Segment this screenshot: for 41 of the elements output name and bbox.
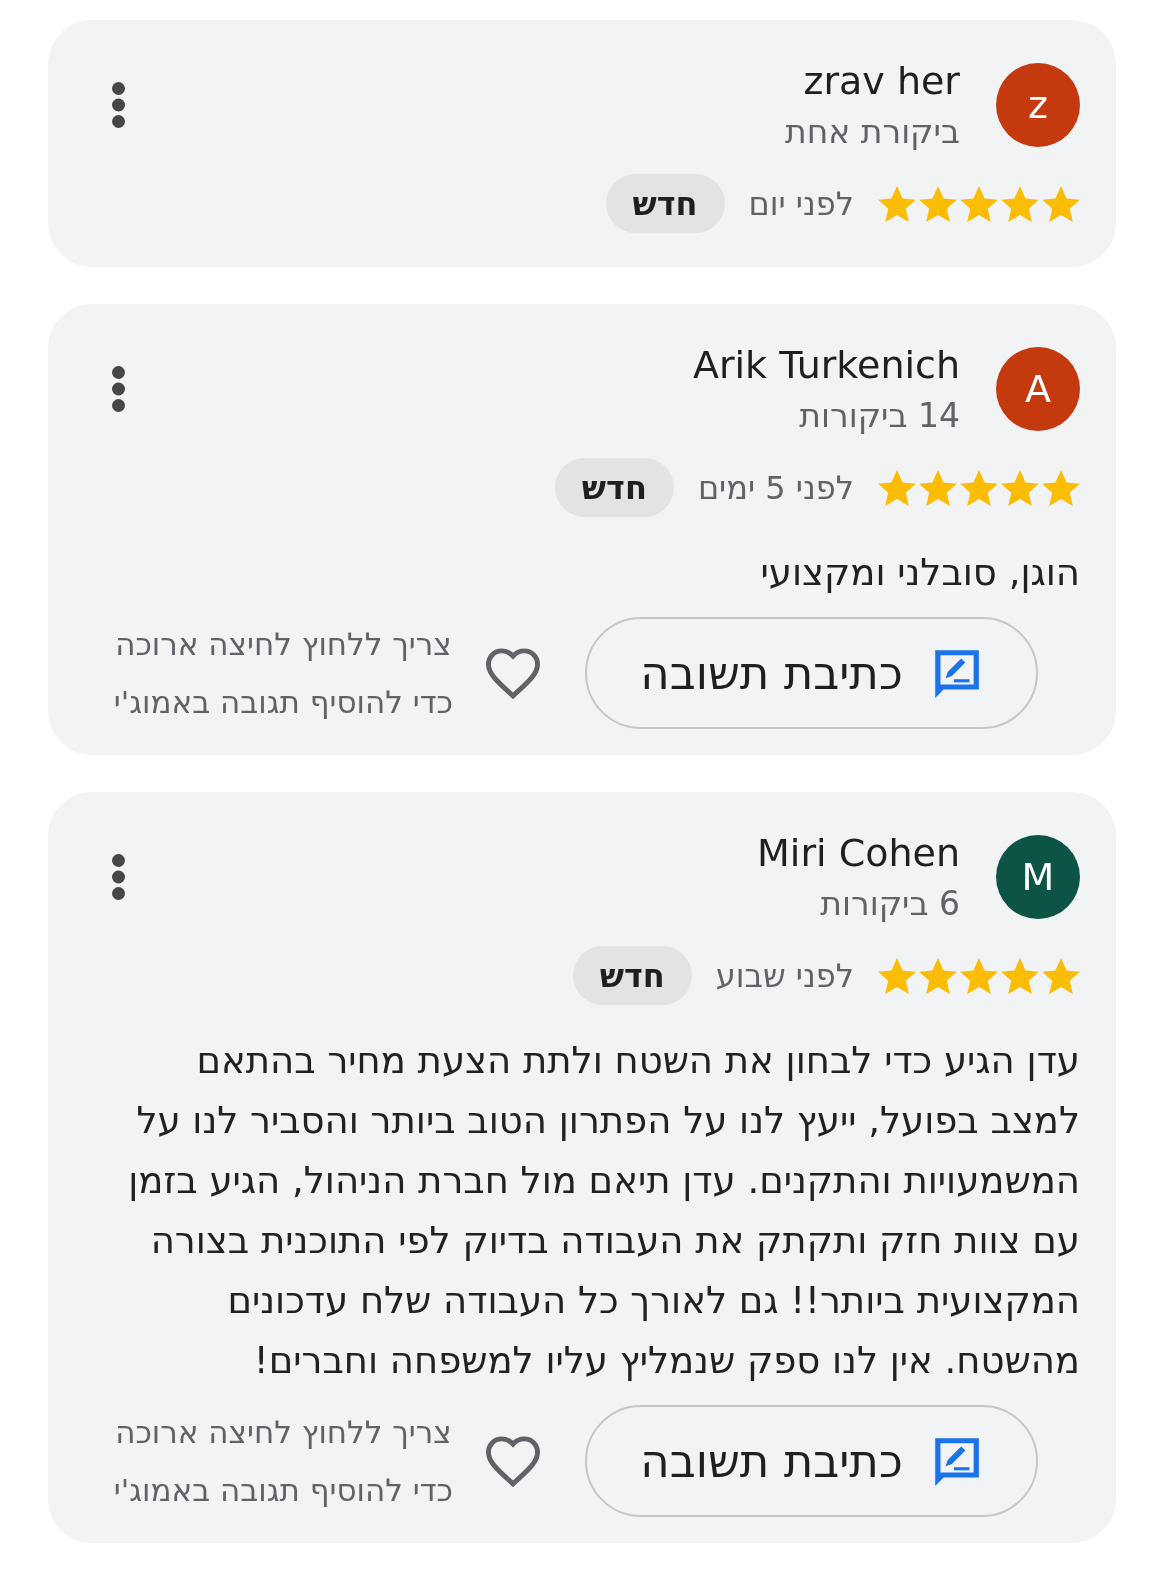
reply-button[interactable]: כתיבת תשובה [585, 617, 1038, 729]
review-time: לפני יום [748, 184, 854, 223]
review-count: 6 ביקורות [820, 884, 960, 924]
star-icon [960, 956, 998, 995]
review-time: לפני 5 ימים [697, 468, 854, 507]
star-icon [919, 468, 957, 507]
star-icon [1001, 956, 1039, 995]
avatar: A [996, 347, 1080, 431]
star-icon [878, 184, 916, 223]
review-text: עדן הגיע כדי לבחון את השטח ולתת הצעת מחיר בהתאם למצב בפועל, ייעץ לנו על הפתרון הטוב ביותר והסביר לנו על המשמעויות והתקנים. עדן תיאם מול חברת הניהול, הגיע בזמן עם צוות חזק ותקתק את העבודה בדיוק לפי התוכנית בצורה המקצועית ביותר!! גם לאורך כל העבודה שלח עדכונים מהשטח. אין לנו ספק שנמליץ עליו למשפחה וחברים! [127, 1038, 1080, 1384]
new-badge: חדש [572, 946, 692, 1005]
heart-icon[interactable] [483, 646, 543, 700]
reply-button[interactable]: כתיבת תשובה [585, 1405, 1038, 1517]
avatar: M [996, 835, 1080, 919]
more-options-icon[interactable] [111, 365, 126, 413]
star-icon [1042, 184, 1080, 223]
avatar: z [996, 63, 1080, 147]
star-icon [919, 956, 957, 995]
star-icon [1001, 468, 1039, 507]
reaction-hint: צריך ללחוץ לחיצה ארוכה כדי להוסיף תגובה באמוג'י [113, 625, 453, 722]
new-badge: חדש [605, 174, 725, 233]
reviewer-name: Miri Cohen [757, 830, 960, 876]
reviewer-name: zrav her [803, 58, 960, 104]
reviewer-name: Arik Turkenich [692, 342, 960, 388]
star-icon [1042, 956, 1080, 995]
star-icon [1042, 468, 1080, 507]
more-options-icon[interactable] [111, 81, 126, 129]
more-options-icon[interactable] [111, 853, 126, 901]
review-text: הוגן, סובלני ומקצועי [759, 550, 1080, 596]
review-count: ביקורת אחת [785, 112, 960, 152]
reaction-hint: צריך ללחוץ לחיצה ארוכה כדי להוסיף תגובה באמוג'י [113, 1413, 453, 1510]
review-count: 14 ביקורות [799, 396, 960, 436]
star-icon [1001, 184, 1039, 223]
new-badge: חדש [554, 458, 674, 517]
review-time: לפני שבוע [715, 956, 854, 995]
star-icon [919, 184, 957, 223]
star-icon [960, 184, 998, 223]
star-icon [878, 956, 916, 995]
heart-icon[interactable] [483, 1434, 543, 1488]
star-icon [960, 468, 998, 507]
star-icon [878, 468, 916, 507]
